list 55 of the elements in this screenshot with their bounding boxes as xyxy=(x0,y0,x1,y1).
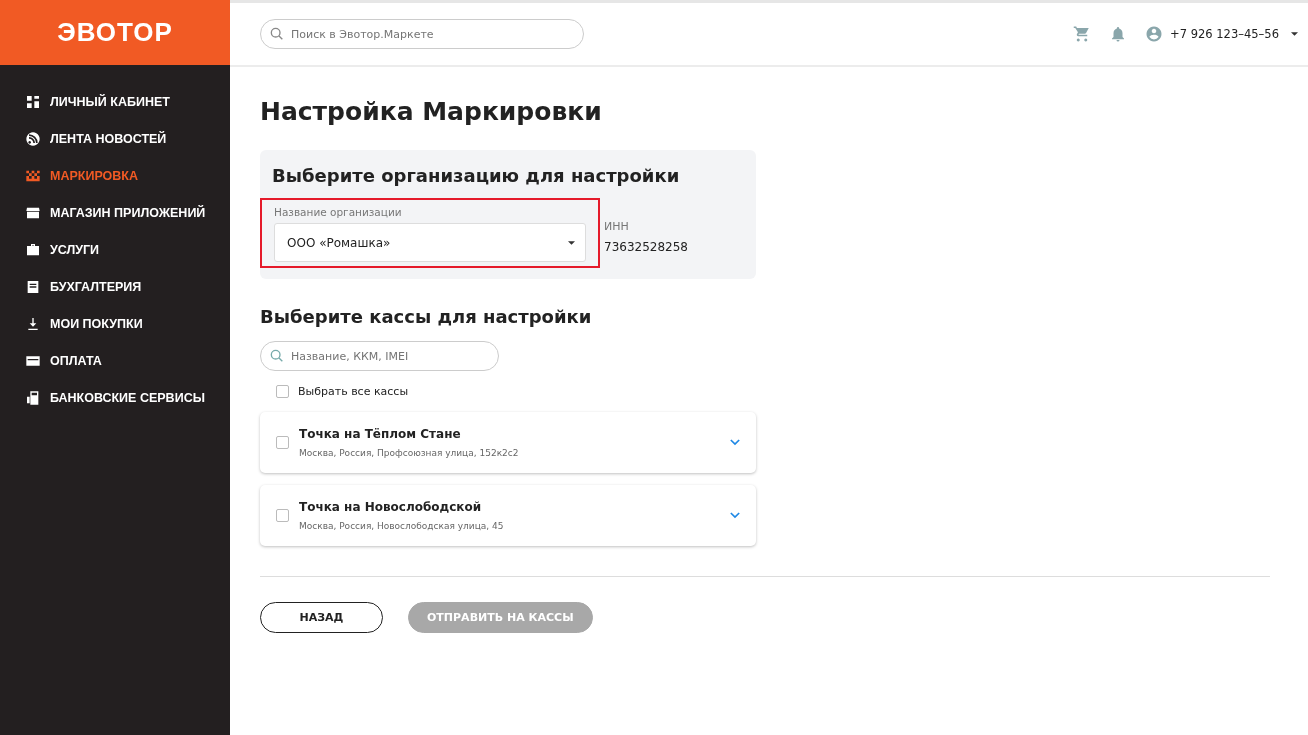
caret-icon[interactable] xyxy=(1291,32,1298,36)
account-phone[interactable]: +7 926 123–45–56 xyxy=(1170,27,1279,41)
sidebar-item[interactable]: ЛЕНТА НОВОСТЕЙ xyxy=(0,129,230,149)
sidebar-item[interactable]: УСЛУГИ xyxy=(0,240,230,260)
search-field[interactable]: Название, ККМ, IMEI xyxy=(260,341,499,371)
register-name: Точка на Новослободской xyxy=(299,500,483,514)
sidebar-item[interactable]: МАГАЗИН ПРИЛОЖЕНИЙ xyxy=(0,203,230,223)
organization-dropdown[interactable]: ООО «Ромашка» xyxy=(274,223,586,262)
search-field[interactable]: Поиск в Эвотор.Маркете xyxy=(260,19,584,49)
sidebar-item-label: МАГАЗИН ПРИЛОЖЕНИЙ xyxy=(50,206,206,220)
action-button[interactable]: НАЗАД xyxy=(260,602,383,633)
sidebar-item-label: БУХГАЛТЕРИЯ xyxy=(50,280,142,294)
sidebar-item-label: ЛИЧНЫЙ КАБИНЕТ xyxy=(50,95,170,109)
chevron-icon[interactable] xyxy=(730,439,740,446)
checkbox[interactable] xyxy=(276,436,289,449)
inn-value: 73632528258 xyxy=(604,240,688,254)
sidebar-item[interactable]: ЛИЧНЫЙ КАБИНЕТ xyxy=(0,92,230,112)
sidebar-item[interactable]: БАНКОВСКИЕ СЕРВИСЫ xyxy=(0,388,230,408)
page-title: Настройка Маркировки xyxy=(260,97,603,126)
section-heading: Выберите кассы для настройки xyxy=(260,306,593,327)
register-address: Москва, Россия, Новослободская улица, 45 xyxy=(299,521,505,531)
field-label: Название организации xyxy=(274,206,403,218)
menu-item-icon xyxy=(25,242,41,258)
caret-icon xyxy=(568,240,575,245)
search-icon xyxy=(269,26,285,42)
checkbox[interactable] xyxy=(276,509,289,522)
sidebar-item[interactable]: БУХГАЛТЕРИЯ xyxy=(0,277,230,297)
sidebar-item-label: МАРКИРОВКА xyxy=(50,169,138,183)
menu-item-icon xyxy=(25,205,41,221)
sidebar-item-label: УСЛУГИ xyxy=(50,243,100,257)
chevron-icon[interactable] xyxy=(730,512,740,519)
register-name: Точка на Тёплом Стане xyxy=(299,427,462,441)
inn-label: ИНН xyxy=(604,220,630,233)
sidebar-item-label: ЛЕНТА НОВОСТЕЙ xyxy=(50,132,167,146)
checkbox-label: Выбрать все кассы xyxy=(298,385,409,398)
sidebar-item-label: БАНКОВСКИЕ СЕРВИСЫ xyxy=(50,391,205,405)
menu-item-icon xyxy=(25,131,41,147)
menu-item-icon xyxy=(25,390,41,406)
section-heading: Выберите организацию для настройки xyxy=(272,165,681,186)
menu-item-icon xyxy=(25,279,41,295)
sidebar-item-label: ОПЛАТА xyxy=(50,354,102,368)
user-avatar-icon[interactable] xyxy=(1145,25,1164,43)
search-icon xyxy=(269,348,285,364)
sidebar-item[interactable]: МОИ ПОКУПКИ xyxy=(0,314,230,334)
sidebar-item[interactable]: МАРКИРОВКА xyxy=(0,166,230,186)
sidebar-item-label: МОИ ПОКУПКИ xyxy=(50,317,143,331)
menu-item-icon xyxy=(25,353,41,369)
register-address: Москва, Россия, Профсоюзная улица, 152к2с2 xyxy=(299,448,520,458)
checkbox[interactable] xyxy=(276,385,289,398)
register-card[interactable]: Точка на Новослободской Москва, Россия, Новослободская улица, 45 xyxy=(260,485,756,546)
sidebar-item[interactable]: ОПЛАТА xyxy=(0,351,230,371)
menu-item-icon xyxy=(25,168,41,184)
menu-item-icon xyxy=(25,316,41,332)
menu-item-icon xyxy=(25,94,41,110)
register-card[interactable]: Точка на Тёплом Стане Москва, Россия, Профсоюзная улица, 152к2с2 xyxy=(260,412,756,473)
